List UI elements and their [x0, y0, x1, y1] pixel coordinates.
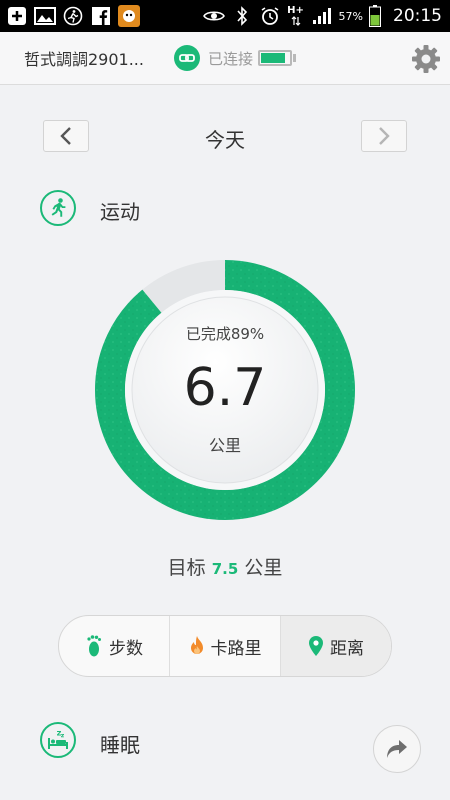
goal-text: 目标 7.5 公里: [0, 553, 450, 580]
hplus-icon: H+: [287, 5, 305, 27]
flame-icon: [190, 636, 203, 654]
share-arrow-icon: [387, 740, 407, 758]
clock: 20:15: [393, 6, 442, 26]
settings-gear-icon[interactable]: [410, 43, 442, 75]
goal-unit: 公里: [244, 557, 283, 579]
app-header: 哲式調調2901... 已连接: [0, 32, 450, 85]
device-battery-icon: [258, 50, 292, 66]
device-battery-fill: [261, 53, 285, 63]
sleep-bed-icon: [40, 722, 76, 758]
plus-icon: [6, 5, 28, 27]
tab-calories-label: 卡路里: [210, 638, 262, 659]
chevron-right-icon: [379, 127, 390, 145]
distance-unit: 公里: [208, 436, 241, 455]
goal-prefix: 目标: [167, 557, 206, 579]
alarm-icon: [259, 5, 281, 27]
tab-distance[interactable]: 距离: [281, 616, 391, 676]
link-icon: [174, 45, 200, 71]
activity-title: 运动: [100, 200, 140, 224]
status-bar: H+ 57% 20:15: [0, 0, 450, 32]
image-icon: [34, 5, 56, 27]
device-name[interactable]: 哲式調調2901...: [24, 46, 144, 70]
app-icon: [118, 5, 140, 27]
battery-percent: 57%: [338, 9, 363, 23]
tab-distance-label: 距离: [330, 638, 364, 659]
sleep-title: 睡眠: [100, 733, 140, 757]
battery-icon: [369, 5, 381, 27]
footprint-icon: [87, 635, 101, 657]
location-pin-icon: [309, 636, 323, 656]
goal-value: 7.5: [211, 560, 239, 578]
tab-steps-label: 步数: [109, 638, 143, 659]
next-day-button[interactable]: [361, 120, 407, 152]
runner-icon: [62, 5, 84, 27]
network-type: H+: [287, 5, 304, 16]
running-icon: [40, 190, 76, 226]
device-battery-tip: [293, 54, 296, 62]
share-button[interactable]: [373, 725, 421, 773]
metric-tabs: 步数 卡路里 距离: [58, 615, 392, 677]
progress-ring: 已完成89% 6.7 公里: [95, 260, 355, 520]
tab-calories[interactable]: 卡路里: [170, 616, 281, 676]
signal-icon: [311, 5, 333, 27]
connection-status: 已连接: [208, 50, 254, 68]
completed-label: 已完成89%: [185, 325, 265, 343]
bluetooth-icon: [231, 5, 253, 27]
distance-value: 6.7: [183, 358, 267, 418]
facebook-icon: [90, 5, 112, 27]
tab-steps[interactable]: 步数: [59, 616, 170, 676]
eye-icon: [202, 5, 225, 27]
